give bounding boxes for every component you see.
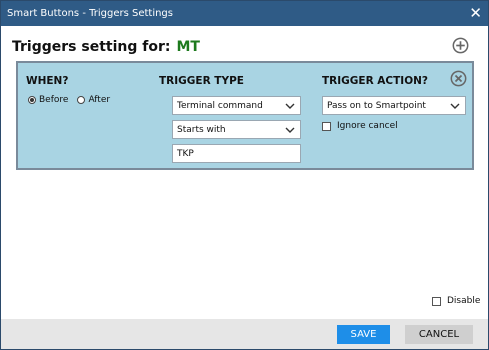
dialog-window: Smart Buttons - Triggers Settings ✕ Trig… (0, 0, 489, 350)
page-title: Triggers setting for: MT (12, 39, 200, 55)
footer-bar: SAVE CANCEL (1, 319, 488, 349)
chevron-down-icon (285, 103, 295, 109)
cancel-button[interactable]: CANCEL (405, 325, 473, 344)
trigger-type-select[interactable]: Terminal command (172, 96, 301, 115)
match-mode-value: Starts with (177, 124, 226, 135)
chevron-down-icon (285, 127, 295, 133)
trigger-panel: WHEN? TRIGGER TYPE TRIGGER ACTION? Befor… (16, 61, 474, 170)
trigger-action-select[interactable]: Pass on to Smartpoint (322, 96, 466, 115)
trigger-action-value: Pass on to Smartpoint (327, 100, 426, 111)
ignore-cancel-row: Ignore cancel (322, 121, 398, 131)
radio-after[interactable] (77, 96, 86, 104)
window-title: Smart Buttons - Triggers Settings (7, 8, 173, 19)
page-title-label: Triggers setting for: (12, 39, 171, 55)
match-mode-select[interactable]: Starts with (172, 120, 301, 139)
page-title-value: MT (176, 39, 200, 55)
chevron-down-icon (450, 103, 460, 109)
disable-label: Disable (447, 296, 481, 306)
trigger-action-heading: TRIGGER ACTION? (322, 75, 429, 87)
radio-before-label: Before (39, 95, 69, 105)
title-bar: Smart Buttons - Triggers Settings ✕ (1, 1, 488, 26)
disable-row: Disable (432, 296, 480, 306)
trigger-text-value: TKP (177, 148, 194, 159)
ignore-cancel-label: Ignore cancel (337, 121, 398, 131)
remove-trigger-button[interactable] (450, 70, 467, 87)
save-button[interactable]: SAVE (337, 325, 390, 344)
trigger-text-input[interactable]: TKP (172, 144, 301, 163)
when-radio-group: Before After (28, 95, 110, 105)
radio-before[interactable] (28, 96, 36, 104)
trigger-type-value: Terminal command (177, 100, 263, 111)
trigger-type-heading: TRIGGER TYPE (159, 75, 244, 87)
ignore-cancel-checkbox[interactable] (322, 121, 331, 131)
radio-after-label: After (88, 95, 111, 105)
disable-checkbox[interactable] (432, 296, 441, 306)
when-heading: WHEN? (26, 75, 69, 87)
close-icon[interactable]: ✕ (469, 6, 482, 21)
add-trigger-button[interactable] (452, 37, 469, 54)
header: Triggers setting for: MT (1, 26, 488, 60)
